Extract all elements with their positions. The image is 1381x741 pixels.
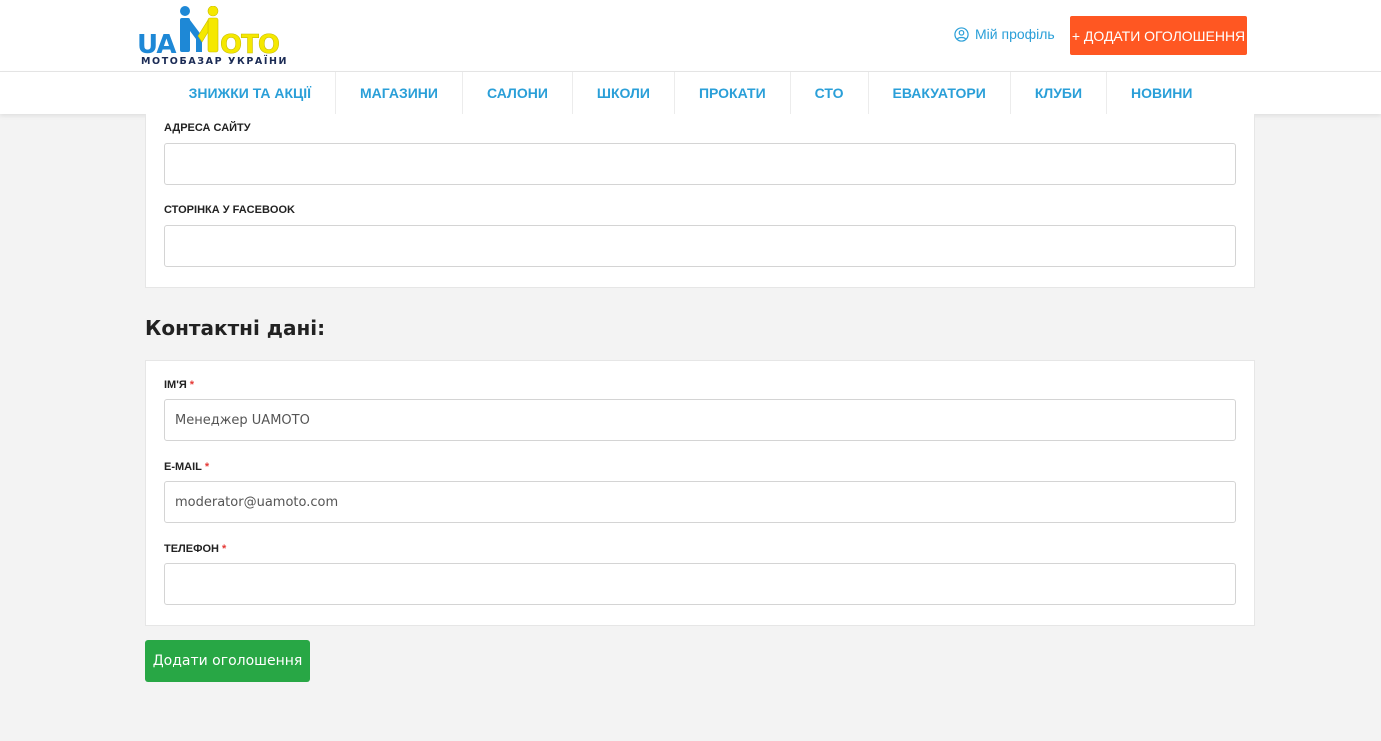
website-label: АДРЕСА САЙТУ [164, 122, 251, 134]
phone-label-text: ТЕЛЕФОН [164, 543, 219, 555]
phone-field-label: ТЕЛЕФОН * [164, 543, 226, 555]
nav-item-discounts[interactable]: ЗНИЖКИ ТА АКЦІЇ [165, 72, 335, 114]
nav-item-salons[interactable]: САЛОНИ [461, 72, 572, 114]
website-input[interactable] [164, 143, 1236, 185]
logo-subtitle: МОТОБАЗАР УКРАЇНИ [141, 56, 289, 67]
name-field-label: ІМ'Я * [164, 379, 194, 391]
phone-input[interactable] [164, 563, 1236, 605]
site-header: UA OTO МОТОБАЗАР УКРАЇНИ Мій профіль + Д… [0, 0, 1381, 72]
add-ad-header-button[interactable]: + ДОДАТИ ОГОЛОШЕННЯ [1070, 16, 1247, 55]
nav-item-service[interactable]: СТО [789, 72, 868, 114]
required-mark: * [189, 379, 195, 391]
required-mark: * [204, 461, 210, 473]
my-profile-label: Мій профіль [975, 26, 1055, 42]
facebook-input[interactable] [164, 225, 1236, 267]
contacts-card: ІМ'Я* E-MAIL* ТЕЛЕФОН* [145, 360, 1255, 626]
user-circle-icon [954, 26, 969, 42]
contacts-section-title: Контактні дані: [145, 316, 326, 340]
nav-item-clubs[interactable]: КЛУБИ [1009, 72, 1106, 114]
site-logo[interactable]: UA OTO МОТОБАЗАР УКРАЇНИ [137, 6, 287, 70]
nav-item-tow-trucks[interactable]: ЕВАКУАТОРИ [867, 72, 1010, 114]
my-profile-link[interactable]: Мій профіль [954, 26, 1055, 42]
submit-ad-button[interactable]: Додати оголошення [145, 640, 310, 682]
nav-item-shops[interactable]: МАГАЗИНИ [335, 72, 462, 114]
logo-figures-icon [180, 6, 219, 53]
site-links-card: АДРЕСА САЙТУ СТОРІНКА У FACEBOOK [145, 114, 1255, 288]
name-label-text: ІМ'Я [164, 379, 187, 391]
required-mark: * [222, 543, 227, 555]
email-input[interactable] [164, 481, 1236, 523]
main-nav: ЗНИЖКИ ТА АКЦІЇ МАГАЗИНИ САЛОНИ ШКОЛИ ПР… [0, 72, 1381, 114]
email-field-label: E-MAIL * [164, 461, 209, 473]
facebook-label: СТОРІНКА У FACEBOOK [164, 204, 295, 216]
nav-item-news[interactable]: НОВИНИ [1106, 72, 1216, 114]
nav-item-schools[interactable]: ШКОЛИ [571, 72, 674, 114]
name-input[interactable] [164, 399, 1236, 441]
nav-item-rentals[interactable]: ПРОКАТИ [673, 72, 790, 114]
email-label-text: E-MAIL [164, 461, 202, 473]
